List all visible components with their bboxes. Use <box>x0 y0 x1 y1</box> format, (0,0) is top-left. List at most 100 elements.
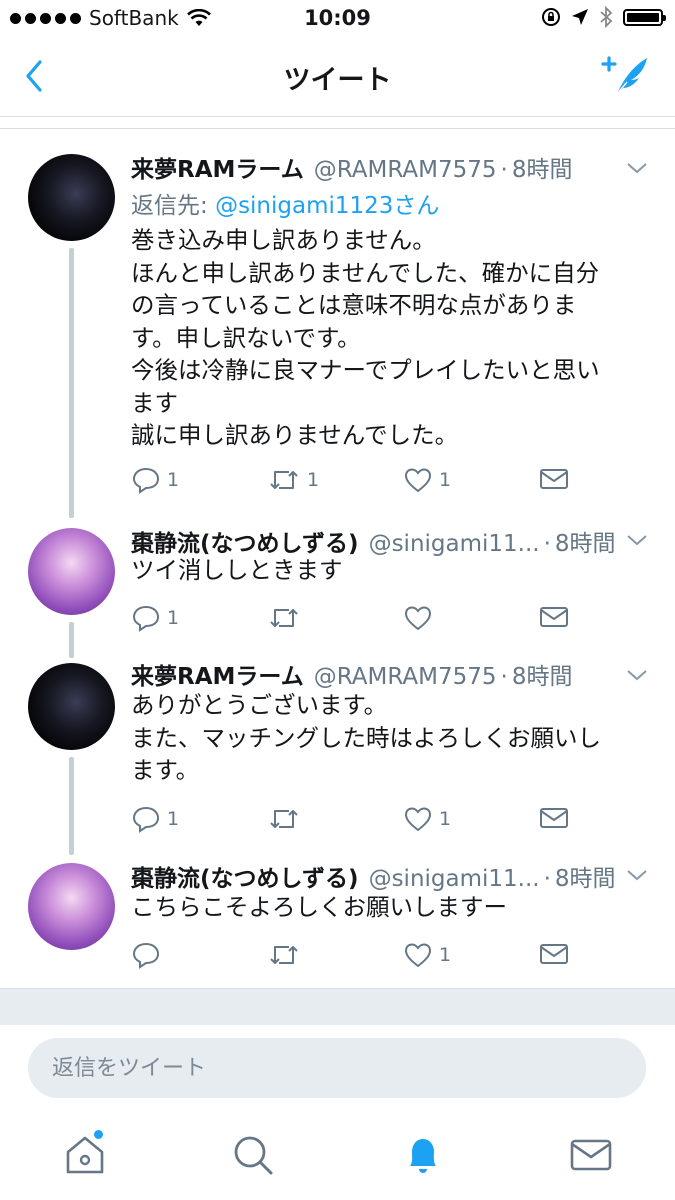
battery-icon <box>623 8 666 26</box>
timestamp: 8時間 <box>511 157 573 183</box>
tweet-actions: 1 1 1 <box>131 466 651 500</box>
tweet-actions: 1 <box>131 604 651 638</box>
chevron-down-icon[interactable] <box>625 160 649 176</box>
retweet-button[interactable] <box>267 805 307 833</box>
retweet-icon <box>270 946 298 964</box>
reply-bar <box>0 1024 675 1112</box>
tweet-text: こちらこそよろしくお願いしますー <box>131 891 651 924</box>
envelope-icon[interactable] <box>568 1132 614 1178</box>
retweet-button[interactable] <box>267 604 307 632</box>
reply-count: 1 <box>167 607 180 629</box>
tweet-line: ます。 <box>131 756 200 784</box>
thread-line <box>69 248 74 518</box>
user-handle[interactable]: @RAMRAM7575 <box>314 157 497 183</box>
reply-input[interactable] <box>28 1038 646 1098</box>
avatar[interactable] <box>28 663 115 750</box>
thread-line <box>69 757 74 855</box>
divider <box>0 128 675 129</box>
envelope-icon <box>540 944 568 964</box>
reply-icon <box>132 942 160 969</box>
tweet-line: また、マッチングした時はよろしくお願いし <box>131 723 601 752</box>
thread-line <box>69 622 74 658</box>
direct-message-button[interactable] <box>539 941 569 967</box>
timestamp: 8時間 <box>554 866 616 892</box>
reply-button[interactable]: 1 <box>131 805 179 833</box>
timestamp: 8時間 <box>511 664 573 690</box>
chevron-down-icon[interactable] <box>625 532 649 548</box>
avatar[interactable] <box>28 154 115 241</box>
tweet[interactable]: 来夢RAMラーム @RAMRAM7575 · 8時間 返信先: @sinigam… <box>0 140 675 520</box>
tweet-header: 棗静流(なつめしずる) @sinigami11... · 8時間 <box>131 524 627 558</box>
bluetooth-icon <box>600 6 613 28</box>
display-name[interactable]: 来夢RAMラーム <box>131 150 304 184</box>
display-name[interactable]: 来夢RAMラーム <box>131 657 304 691</box>
location-icon <box>572 9 588 25</box>
heart-icon <box>404 606 432 631</box>
replying-to: 返信先: @sinigami1123さん <box>131 186 439 220</box>
like-button[interactable]: 1 <box>403 466 451 494</box>
tweet-line: こちらこそよろしくお願いしますー <box>131 893 507 921</box>
like-button[interactable] <box>403 604 439 632</box>
display-name[interactable]: 棗静流(なつめしずる) <box>131 859 359 893</box>
chevron-down-icon[interactable] <box>625 667 649 683</box>
tweet-header: 来夢RAMラーム @RAMRAM7575 · 8時間 <box>131 657 627 691</box>
avatar[interactable] <box>28 528 115 615</box>
tweet-text: 巻き込み申し訳ありません。 ほんと申し訳ありませんでした、確かに自分 の言ってい… <box>131 224 651 452</box>
tweet-line: 巻き込み申し訳ありません。 <box>131 226 436 254</box>
search-icon[interactable] <box>230 1132 276 1178</box>
reply-icon <box>132 467 160 494</box>
reply-icon <box>132 806 160 833</box>
home-notification-dot <box>94 1130 103 1139</box>
tweet-line: ツイ消ししときます <box>131 556 343 584</box>
reply-count: 1 <box>167 469 180 491</box>
user-handle[interactable]: @RAMRAM7575 <box>314 664 497 690</box>
separator-dot: · <box>543 866 551 892</box>
retweet-button[interactable] <box>267 941 307 969</box>
avatar[interactable] <box>28 863 115 950</box>
replying-to-label: 返信先: <box>131 193 208 219</box>
reply-button[interactable]: 1 <box>131 466 179 494</box>
tweet[interactable]: 棗静流(なつめしずる) @sinigami11... · 8時間 ツイ消ししとき… <box>0 520 675 658</box>
tweet-line: す。申し訳ないです。 <box>131 323 361 352</box>
tweet-text: ツイ消ししときます <box>131 554 651 587</box>
direct-message-button[interactable] <box>539 805 569 831</box>
tweet-header: 来夢RAMラーム @RAMRAM7575 · 8時間 <box>131 150 627 184</box>
tweet-line: 今後は冷静に良マナーでプレイしたいと思い <box>131 356 600 384</box>
like-button[interactable]: 1 <box>403 805 451 833</box>
retweet-icon <box>270 810 298 828</box>
navigation-bar: ツイート <box>0 38 675 117</box>
display-name[interactable]: 棗静流(なつめしずる) <box>131 524 359 558</box>
tweet-line: の言っていることは意味不明な点がありま <box>131 291 577 319</box>
reply-button[interactable]: 1 <box>131 604 179 632</box>
tweet-line: 誠に申し訳ありませんでした。 <box>131 421 459 449</box>
compose-tweet-icon[interactable] <box>601 52 653 98</box>
direct-message-button[interactable] <box>539 604 569 630</box>
divider-band <box>0 988 675 1025</box>
heart-icon <box>404 943 432 968</box>
page-title: ツイート <box>283 65 392 96</box>
retweet-button[interactable]: 1 <box>267 466 319 494</box>
reply-button[interactable] <box>131 941 167 969</box>
separator-dot: · <box>500 664 508 690</box>
envelope-icon <box>540 607 568 627</box>
like-count: 1 <box>439 469 452 491</box>
tweet-header: 棗静流(なつめしずる) @sinigami11... · 8時間 <box>131 859 627 893</box>
retweet-icon <box>270 471 298 489</box>
user-handle[interactable]: @sinigami11... <box>369 866 540 892</box>
tweet-actions: 1 <box>131 941 651 975</box>
heart-icon <box>404 468 432 493</box>
tweet[interactable]: 棗静流(なつめしずる) @sinigami11... · 8時間 こちらこそよろ… <box>0 855 675 988</box>
like-button[interactable]: 1 <box>403 941 451 969</box>
chevron-down-icon[interactable] <box>625 867 649 883</box>
envelope-icon <box>540 808 568 828</box>
home-icon[interactable] <box>62 1132 108 1178</box>
mention-link[interactable]: @sinigami1123さん <box>215 193 439 219</box>
direct-message-button[interactable] <box>539 466 569 492</box>
reply-count: 1 <box>167 808 180 830</box>
bell-icon[interactable] <box>400 1132 446 1178</box>
retweet-count: 1 <box>307 469 320 491</box>
timestamp: 8時間 <box>554 531 616 557</box>
tweet[interactable]: 来夢RAMラーム @RAMRAM7575 · 8時間 ありがとうございます。 ま… <box>0 655 675 855</box>
tweet-actions: 1 1 <box>131 805 651 839</box>
like-count: 1 <box>439 944 452 966</box>
